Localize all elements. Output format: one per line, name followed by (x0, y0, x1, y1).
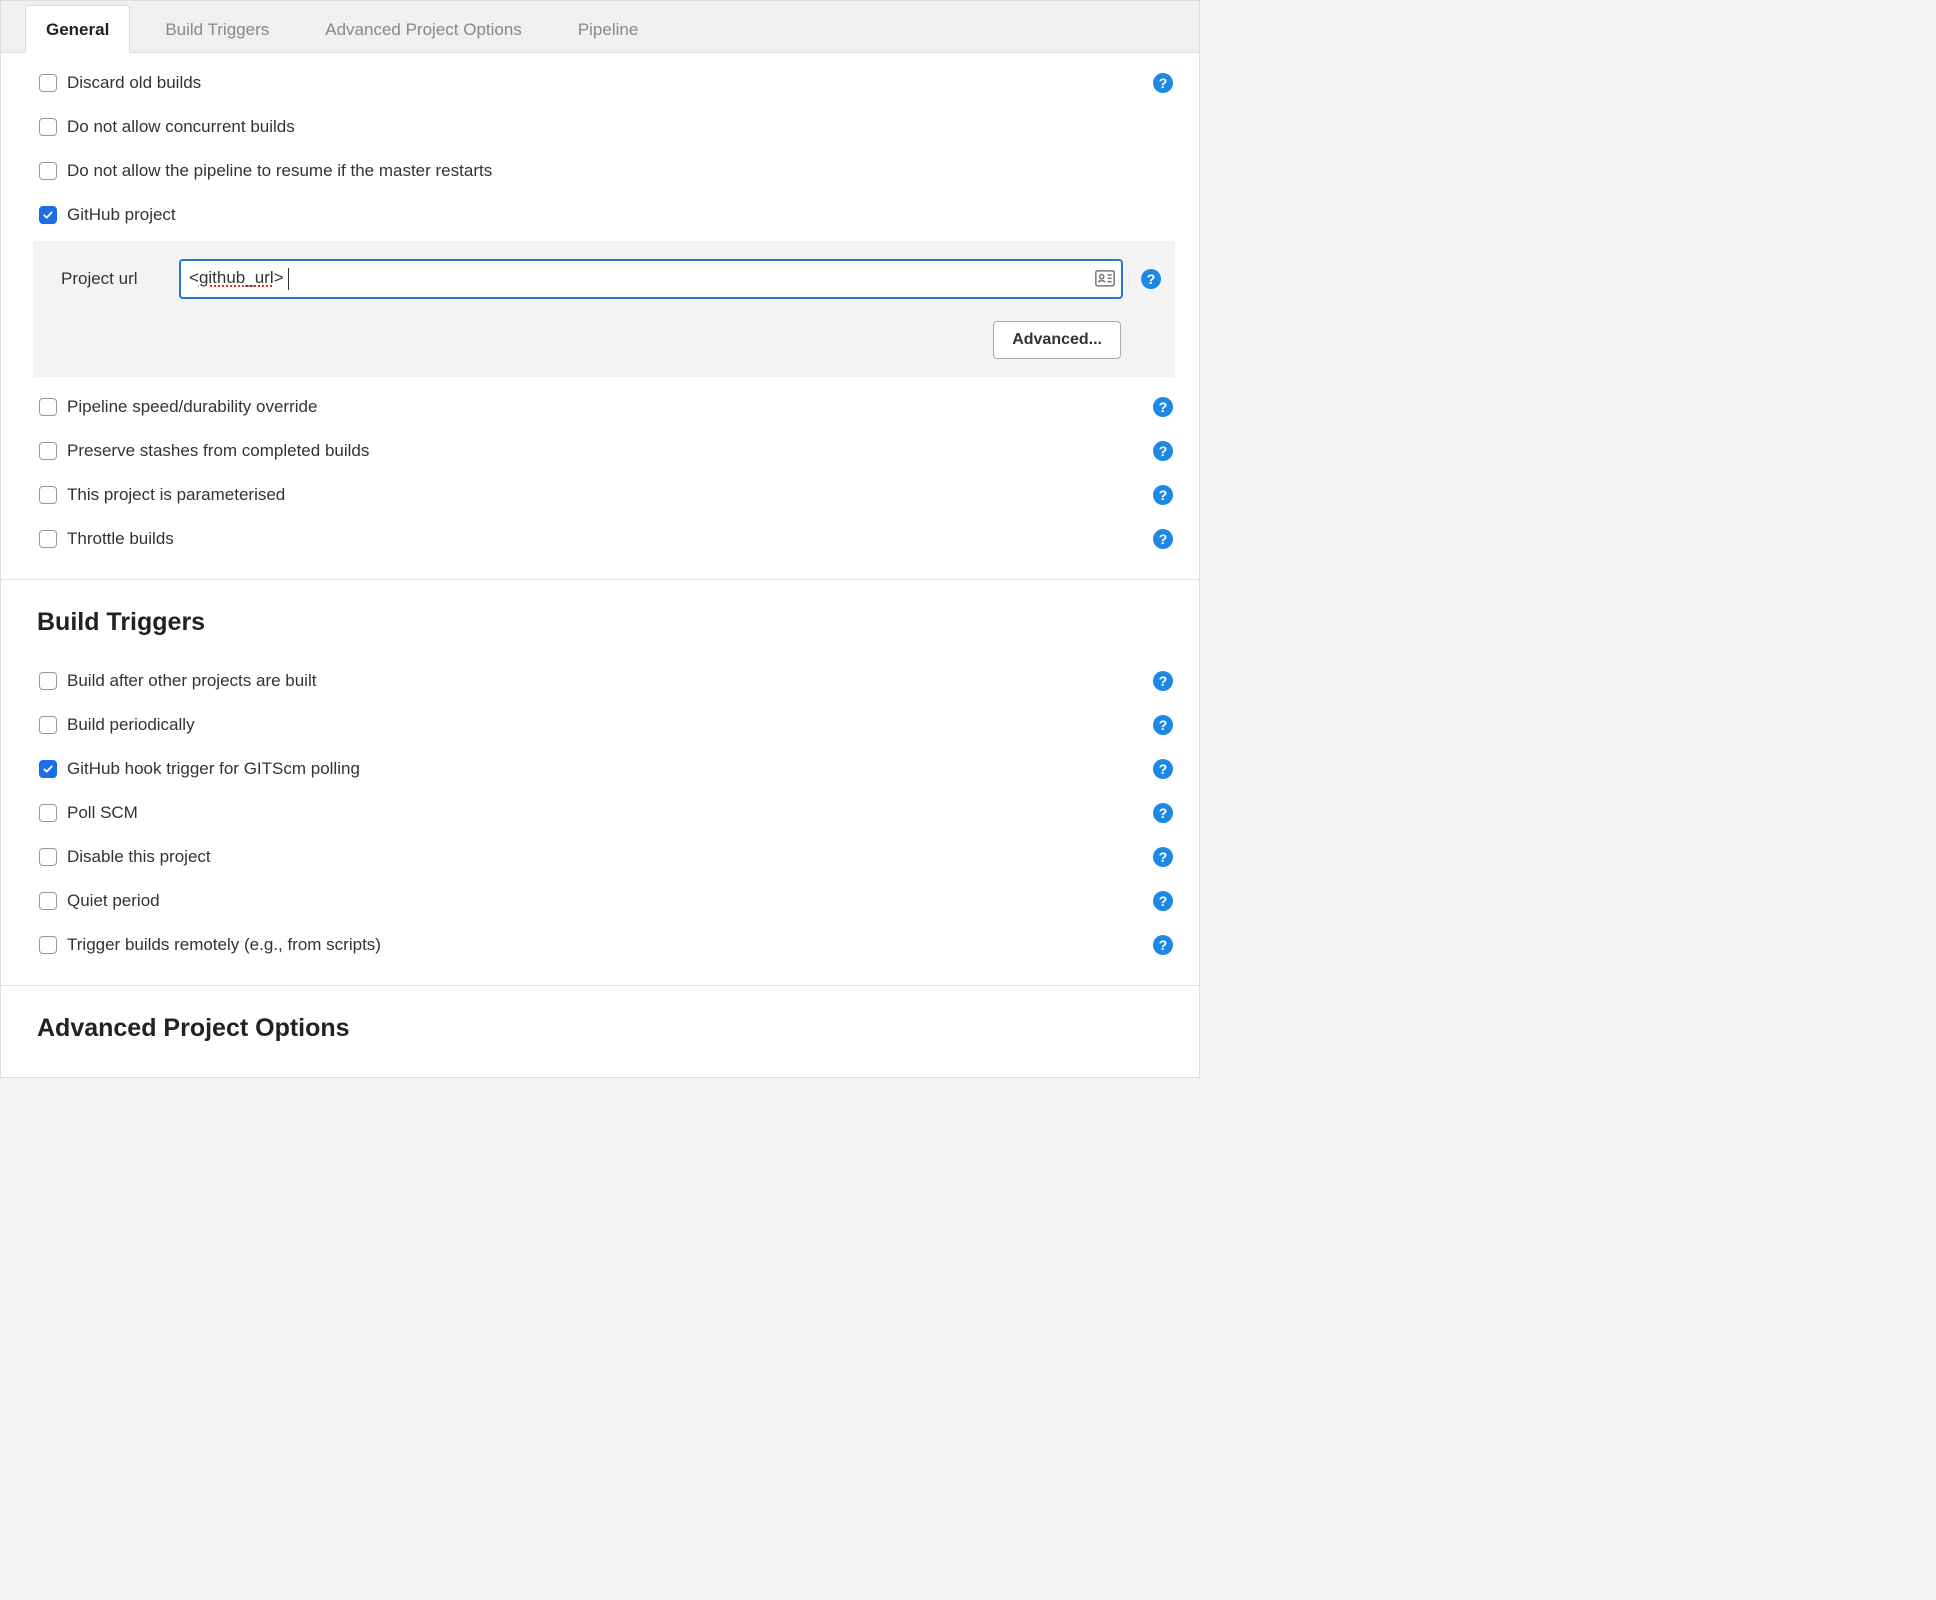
advanced-project-options-heading: Advanced Project Options (37, 1014, 1199, 1043)
option-label: Build after other projects are built (67, 671, 316, 691)
checkbox-build-after-projects[interactable] (39, 672, 57, 690)
help-icon[interactable]: ? (1153, 715, 1173, 735)
option-no-concurrent-builds: Do not allow concurrent builds (13, 105, 1187, 149)
advanced-button[interactable]: Advanced... (993, 321, 1121, 359)
option-discard-old-builds: Discard old builds ? (13, 61, 1187, 105)
github-project-block: Project url <github_url> (33, 241, 1175, 377)
checkbox-no-resume[interactable] (39, 162, 57, 180)
tab-pipeline[interactable]: Pipeline (557, 5, 660, 52)
option-label: Disable this project (67, 847, 211, 867)
checkbox-throttle-builds[interactable] (39, 530, 57, 548)
tab-build-triggers[interactable]: Build Triggers (144, 5, 290, 52)
option-label: This project is parameterised (67, 485, 285, 505)
checkbox-build-periodically[interactable] (39, 716, 57, 734)
option-poll-scm: Poll SCM ? (13, 791, 1187, 835)
help-icon[interactable]: ? (1153, 847, 1173, 867)
contacts-icon[interactable] (1095, 270, 1115, 288)
option-label: Pipeline speed/durability override (67, 397, 317, 417)
option-speed-durability: Pipeline speed/durability override ? (13, 385, 1187, 429)
general-section: Discard old builds ? Do not allow concur… (1, 61, 1199, 561)
help-icon[interactable]: ? (1141, 269, 1161, 289)
help-icon[interactable]: ? (1153, 935, 1173, 955)
option-disable-project: Disable this project ? (13, 835, 1187, 879)
project-url-row: Project url <github_url> (61, 259, 1161, 299)
divider (1, 985, 1199, 986)
checkbox-disable-project[interactable] (39, 848, 57, 866)
tab-advanced-project-options[interactable]: Advanced Project Options (304, 5, 543, 52)
checkbox-no-concurrent-builds[interactable] (39, 118, 57, 136)
option-label: GitHub hook trigger for GITScm polling (67, 759, 360, 779)
help-icon[interactable]: ? (1153, 671, 1173, 691)
option-label: Discard old builds (67, 73, 201, 93)
option-label: Throttle builds (67, 529, 174, 549)
option-label: Poll SCM (67, 803, 138, 823)
checkbox-github-project[interactable] (39, 206, 57, 224)
help-icon[interactable]: ? (1153, 397, 1173, 417)
text-caret (288, 268, 289, 290)
option-label: Preserve stashes from completed builds (67, 441, 369, 461)
build-triggers-section: Build after other projects are built ? B… (1, 659, 1199, 967)
option-build-periodically: Build periodically ? (13, 703, 1187, 747)
project-url-label: Project url (61, 269, 161, 289)
option-label: Build periodically (67, 715, 195, 735)
checkbox-trigger-remotely[interactable] (39, 936, 57, 954)
help-icon[interactable]: ? (1153, 803, 1173, 823)
divider (1, 579, 1199, 580)
option-preserve-stashes: Preserve stashes from completed builds ? (13, 429, 1187, 473)
tab-general[interactable]: General (25, 5, 130, 53)
content-area: Discard old builds ? Do not allow concur… (1, 53, 1199, 1077)
checkbox-preserve-stashes[interactable] (39, 442, 57, 460)
option-quiet-period: Quiet period ? (13, 879, 1187, 923)
help-icon[interactable]: ? (1153, 73, 1173, 93)
checkbox-github-hook-trigger[interactable] (39, 760, 57, 778)
option-build-after-projects: Build after other projects are built ? (13, 659, 1187, 703)
help-icon[interactable]: ? (1153, 759, 1173, 779)
help-icon[interactable]: ? (1153, 485, 1173, 505)
config-panel: General Build Triggers Advanced Project … (0, 0, 1200, 1078)
checkbox-speed-durability[interactable] (39, 398, 57, 416)
project-url-input[interactable] (179, 259, 1123, 299)
option-trigger-remotely: Trigger builds remotely (e.g., from scri… (13, 923, 1187, 967)
checkbox-parameterised[interactable] (39, 486, 57, 504)
help-icon[interactable]: ? (1153, 891, 1173, 911)
option-throttle-builds: Throttle builds ? (13, 517, 1187, 561)
option-no-resume: Do not allow the pipeline to resume if t… (13, 149, 1187, 193)
option-github-hook-trigger: GitHub hook trigger for GITScm polling ? (13, 747, 1187, 791)
checkbox-quiet-period[interactable] (39, 892, 57, 910)
option-label: Do not allow the pipeline to resume if t… (67, 161, 492, 181)
option-label: Quiet period (67, 891, 160, 911)
help-icon[interactable]: ? (1153, 529, 1173, 549)
tabs-bar: General Build Triggers Advanced Project … (1, 1, 1199, 53)
option-github-project: GitHub project (13, 193, 1187, 237)
checkbox-discard-old-builds[interactable] (39, 74, 57, 92)
project-url-input-wrap: <github_url> (179, 259, 1123, 299)
option-parameterised: This project is parameterised ? (13, 473, 1187, 517)
checkbox-poll-scm[interactable] (39, 804, 57, 822)
help-icon[interactable]: ? (1153, 441, 1173, 461)
option-label: GitHub project (67, 205, 176, 225)
option-label: Trigger builds remotely (e.g., from scri… (67, 935, 381, 955)
build-triggers-heading: Build Triggers (37, 608, 1199, 637)
option-label: Do not allow concurrent builds (67, 117, 295, 137)
